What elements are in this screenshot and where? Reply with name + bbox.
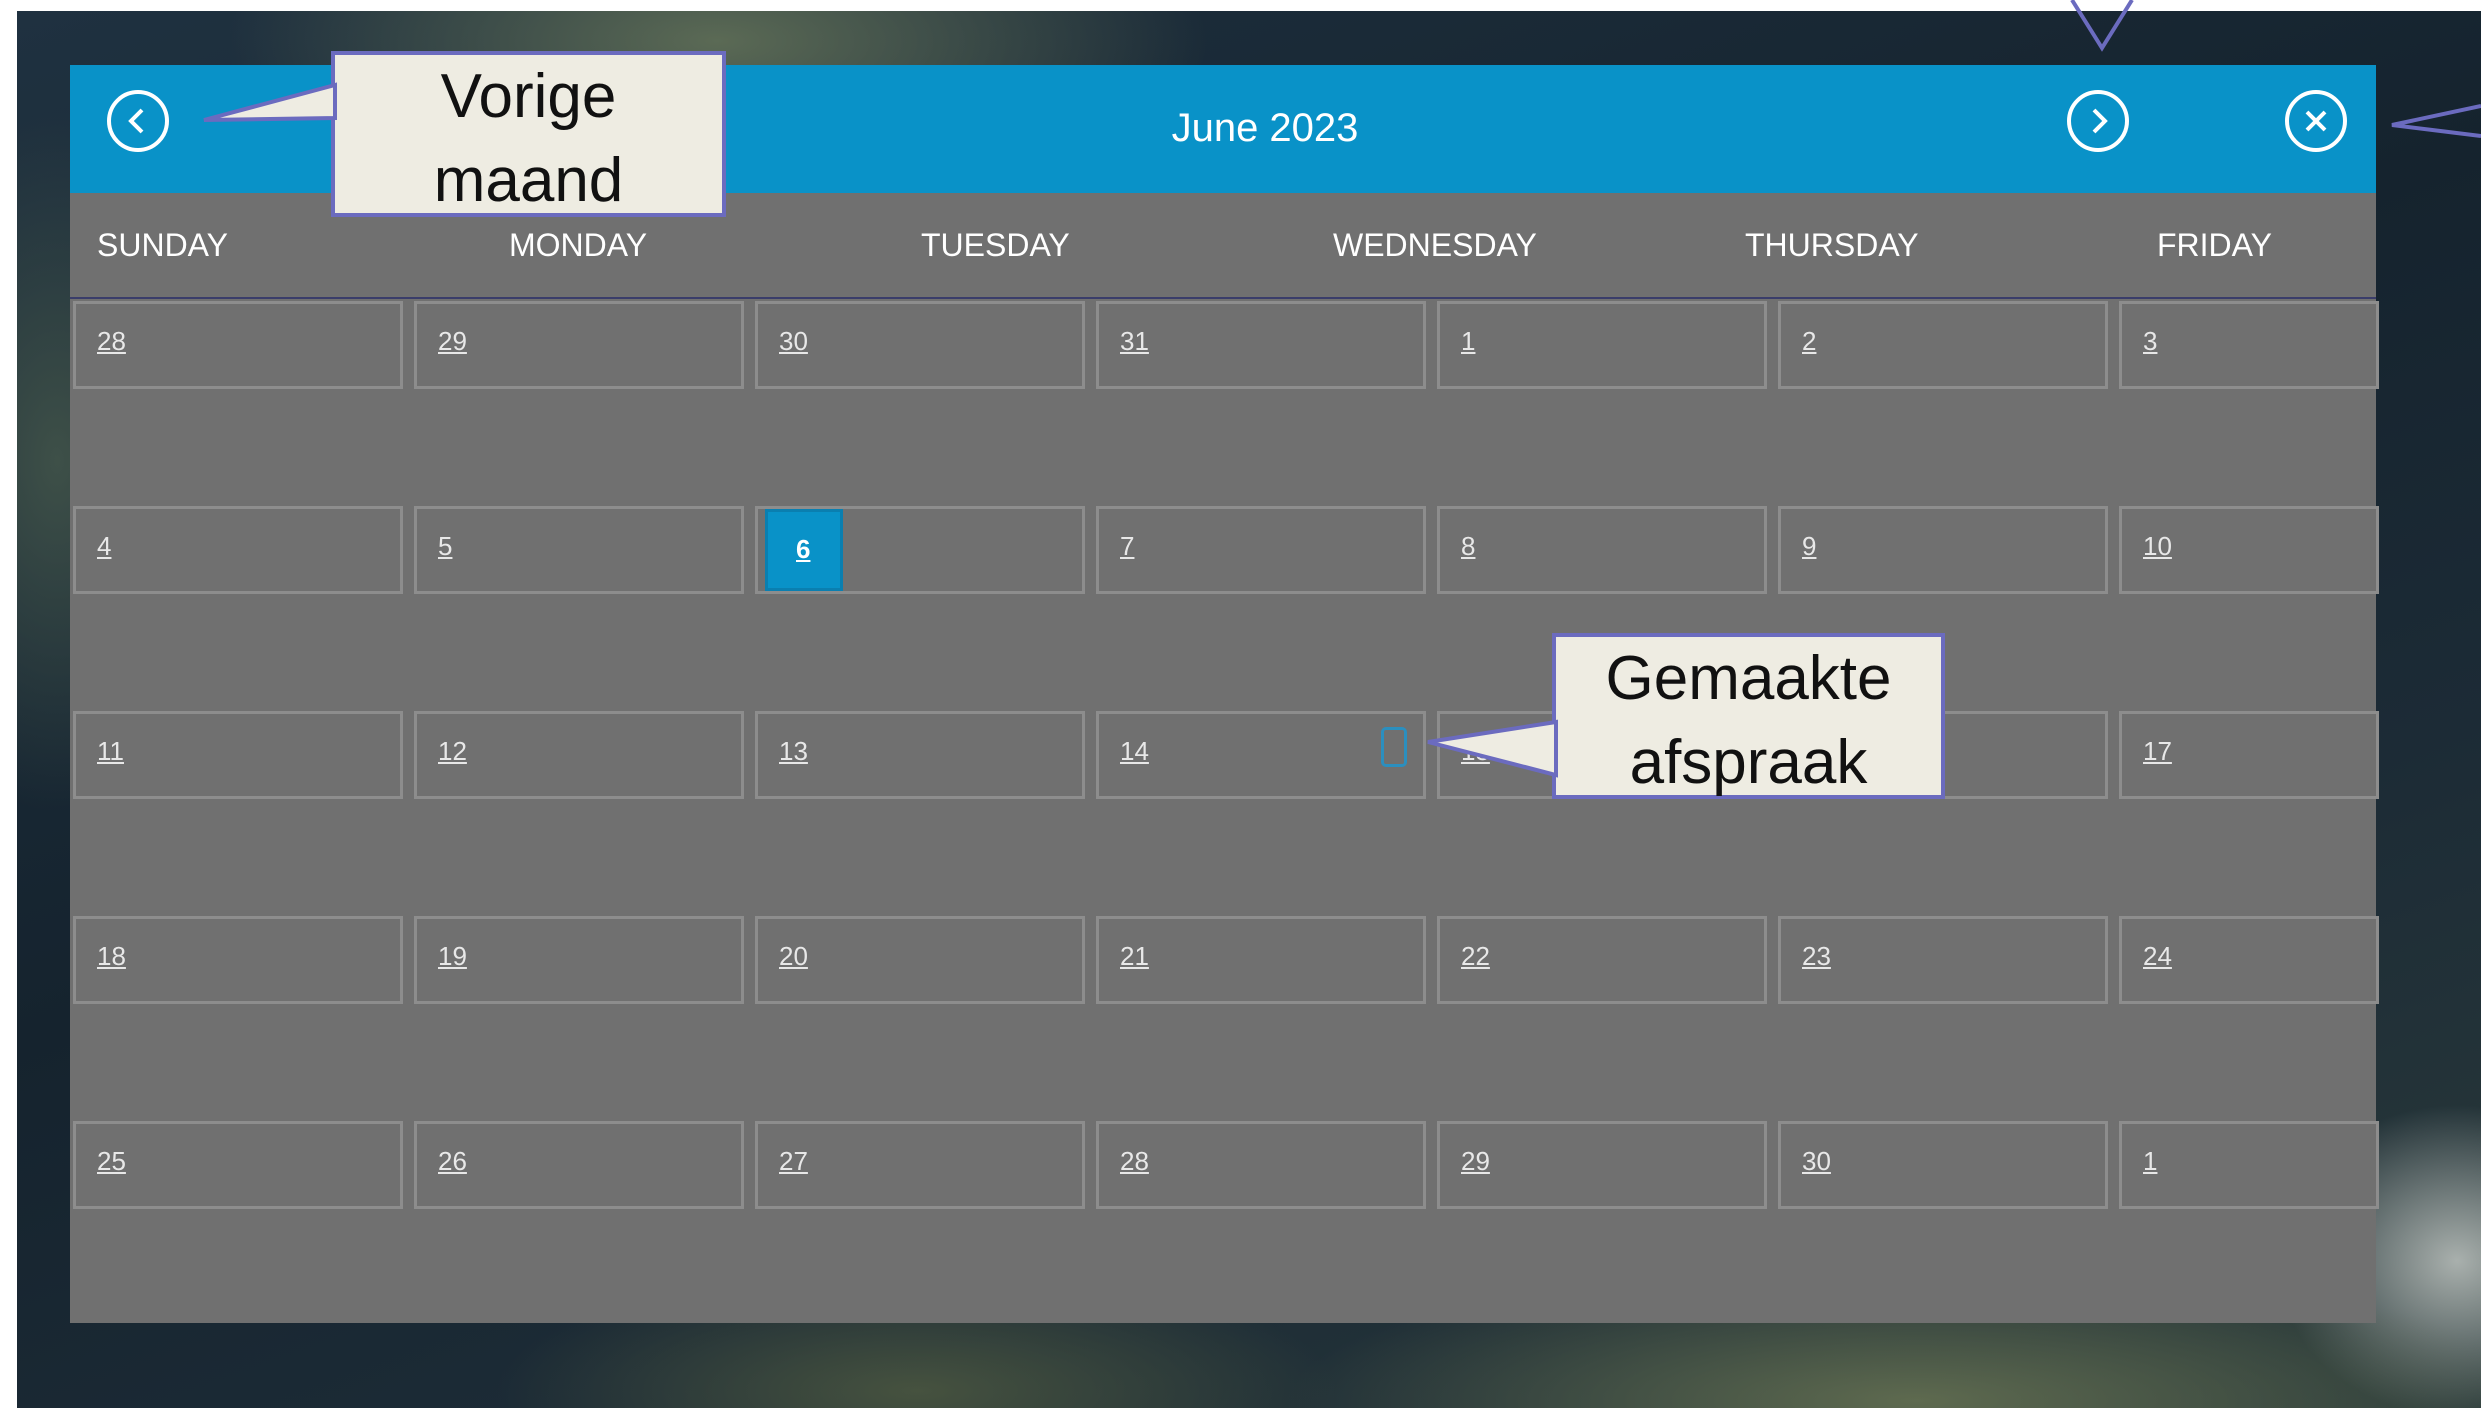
pointer-appointment (1427, 719, 1558, 778)
pointer-close (2391, 104, 2481, 138)
pointer-next-month (2070, 0, 2134, 52)
pointer-previous-month (203, 82, 337, 122)
callout-pointers (203, 0, 2481, 778)
